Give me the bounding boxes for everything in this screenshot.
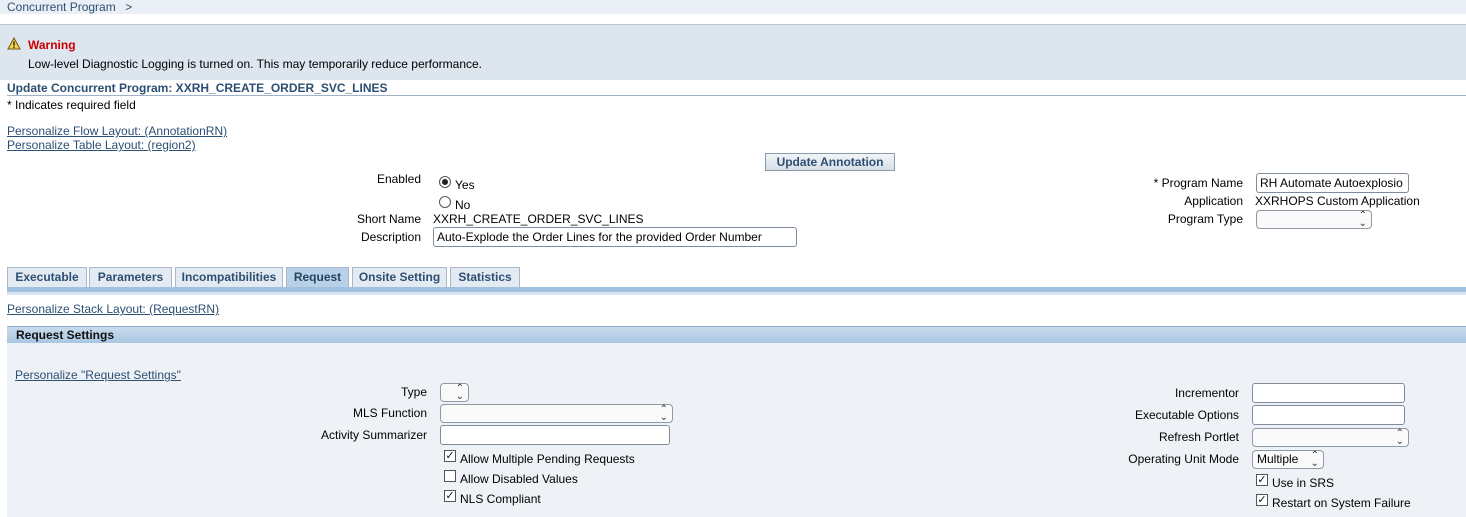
updown-arrows-icon: ⌃ ⌄ xyxy=(1310,450,1319,469)
description-label: Description xyxy=(360,230,421,244)
page-title: Update Concurrent Program: XXRH_CREATE_O… xyxy=(7,81,388,95)
tab-incompatibilities[interactable]: Incompatibilities xyxy=(175,267,283,288)
tabs-under-band xyxy=(7,292,1466,295)
operating-unit-mode-select[interactable]: Multiple ⌃ ⌄ xyxy=(1252,450,1324,469)
updown-arrows-icon: ⌃ ⌄ xyxy=(455,383,464,402)
application-label: Application xyxy=(1184,194,1243,208)
tab-parameters[interactable]: Parameters xyxy=(89,267,172,288)
tab-executable[interactable]: Executable xyxy=(7,267,87,288)
updown-arrows-icon: ⌃ ⌄ xyxy=(1395,428,1404,447)
operating-unit-mode-label: Operating Unit Mode xyxy=(1128,452,1239,466)
executable-options-label: Executable Options xyxy=(1134,408,1239,422)
restart-on-failure-label: Restart on System Failure xyxy=(1272,496,1411,510)
enabled-no-label: No xyxy=(455,198,471,212)
enabled-label: Enabled xyxy=(376,172,421,186)
program-type-select[interactable]: ⌃ ⌄ xyxy=(1256,210,1372,229)
incrementor-label: Incrementor xyxy=(1174,386,1239,400)
personalize-stack-layout-link[interactable]: Personalize Stack Layout: (RequestRN) xyxy=(7,302,219,316)
activity-summarizer-label: Activity Summarizer xyxy=(320,428,427,442)
checkmark-icon: ✓ xyxy=(445,450,455,462)
update-annotation-button[interactable]: Update Annotation xyxy=(765,153,895,171)
required-field-note: * Indicates required field xyxy=(7,98,136,112)
updown-arrows-icon: ⌃ ⌄ xyxy=(659,404,668,423)
activity-summarizer-input[interactable] xyxy=(440,425,670,445)
application-value: XXRHOPS Custom Application xyxy=(1255,194,1420,208)
mls-function-label: MLS Function xyxy=(352,406,427,420)
breadcrumb-separator: > xyxy=(125,0,133,14)
title-divider xyxy=(7,95,1466,96)
breadcrumb-bar xyxy=(0,0,1466,14)
operating-unit-mode-value: Multiple xyxy=(1257,452,1299,466)
updown-arrows-icon: ⌃ ⌄ xyxy=(1358,210,1367,229)
type-select[interactable]: ⌃ ⌄ xyxy=(440,383,469,402)
program-name-input[interactable] xyxy=(1256,173,1409,193)
checkmark-icon: ✓ xyxy=(445,490,455,502)
short-name-value: XXRH_CREATE_ORDER_SVC_LINES xyxy=(433,212,644,226)
request-settings-title: Request Settings xyxy=(16,328,115,342)
refresh-portlet-select[interactable]: ⌃ ⌄ xyxy=(1252,428,1409,447)
tab-statistics[interactable]: Statistics xyxy=(450,267,520,288)
checkmark-icon: ✓ xyxy=(1257,474,1267,486)
checkmark-icon: ✓ xyxy=(1257,494,1267,506)
use-in-srs-label: Use in SRS xyxy=(1272,476,1335,490)
personalize-flow-layout-link[interactable]: Personalize Flow Layout: (AnnotationRN) xyxy=(7,124,227,138)
allow-disabled-values-label: Allow Disabled Values xyxy=(460,472,578,486)
program-type-label: Program Type xyxy=(1167,212,1243,226)
short-name-label: Short Name xyxy=(356,212,421,226)
enabled-yes-label: Yes xyxy=(455,178,475,192)
tab-request[interactable]: Request xyxy=(286,267,349,288)
request-settings-body xyxy=(7,343,1466,517)
nls-compliant-checkbox[interactable]: ✓ xyxy=(444,490,456,502)
warning-message: Low-level Diagnostic Logging is turned o… xyxy=(28,57,483,71)
type-label: Type xyxy=(400,385,427,399)
warning-box xyxy=(0,24,1466,80)
warning-triangle-icon xyxy=(7,37,21,50)
restart-on-failure-checkbox[interactable]: ✓ xyxy=(1256,494,1268,506)
refresh-portlet-label: Refresh Portlet xyxy=(1158,430,1239,444)
executable-options-input[interactable] xyxy=(1252,405,1405,425)
enabled-no-radio[interactable] xyxy=(439,196,451,208)
warning-title: Warning xyxy=(28,38,76,52)
incrementor-input[interactable] xyxy=(1252,383,1405,403)
enabled-yes-radio[interactable] xyxy=(439,176,451,188)
personalize-request-settings-link[interactable]: Personalize "Request Settings" xyxy=(15,368,181,382)
program-name-label: * Program Name xyxy=(1153,176,1243,190)
personalize-table-layout-link[interactable]: Personalize Table Layout: (region2) xyxy=(7,138,196,152)
use-in-srs-checkbox[interactable]: ✓ xyxy=(1256,474,1268,486)
allow-multiple-pending-label: Allow Multiple Pending Requests xyxy=(460,452,635,466)
description-input[interactable] xyxy=(433,227,797,247)
breadcrumb-link-concurrent-program[interactable]: Concurrent Program xyxy=(7,0,116,14)
tab-onsite-setting[interactable]: Onsite Setting xyxy=(352,267,447,288)
allow-disabled-values-checkbox[interactable] xyxy=(444,470,456,482)
nls-compliant-label: NLS Compliant xyxy=(460,492,541,506)
request-settings-header xyxy=(7,326,1466,343)
allow-multiple-pending-checkbox[interactable]: ✓ xyxy=(444,450,456,462)
breadcrumb: Concurrent Program > xyxy=(7,0,132,14)
mls-function-select[interactable]: ⌃ ⌄ xyxy=(440,404,673,423)
